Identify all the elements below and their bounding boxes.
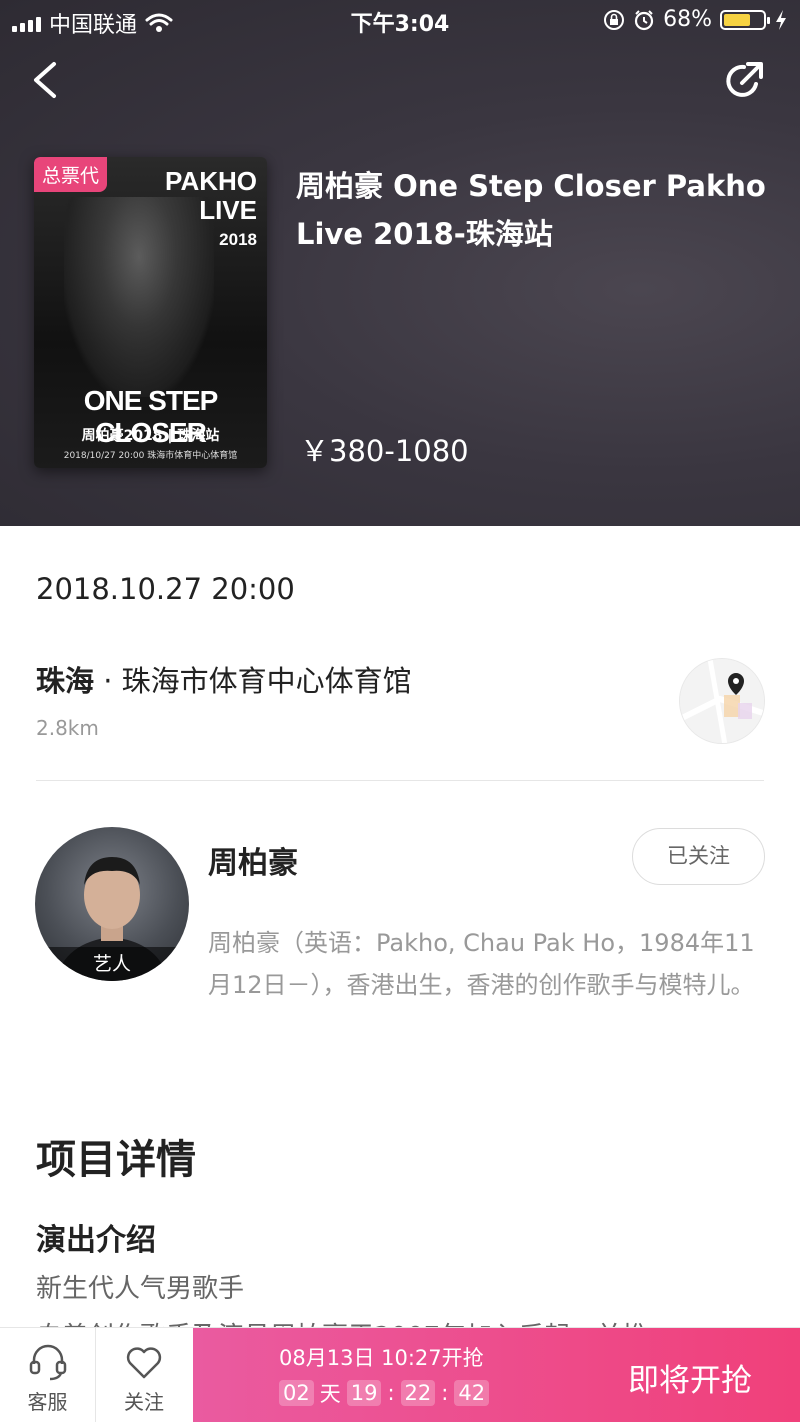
status-bar: 中国联通 下午3:04 68%: [0, 0, 800, 40]
back-icon[interactable]: [26, 58, 66, 102]
map-pin-icon: [680, 659, 764, 743]
intro-text: 新生代人气男歌手: [36, 1274, 245, 1304]
event-datetime: 2018.10.27 20:00: [36, 572, 295, 606]
poster-title: PAKHO LIVE 2018: [165, 166, 257, 250]
venue-city: 珠海: [36, 664, 95, 698]
countdown-separator: :: [441, 1381, 449, 1405]
divider: [36, 780, 764, 781]
venue-distance: 2.8km: [36, 716, 99, 740]
charging-icon: [776, 9, 786, 30]
battery-percent: 68%: [663, 7, 712, 32]
venue-separator: ·: [94, 664, 122, 698]
customer-service-button[interactable]: 客服: [0, 1328, 96, 1422]
event-hero: 中国联通 下午3:04 68% 总票代 PAKHO LIVE 2018 ONE …: [0, 0, 800, 526]
sale-countdown: 02 天 19 : 22 : 42: [279, 1378, 490, 1408]
countdown-minutes: 22: [400, 1380, 436, 1406]
poster-subtitle: 周柏豪2018 | 珠海站: [81, 428, 220, 444]
share-icon[interactable]: [722, 58, 768, 104]
artist-description: 周柏豪（英语：Pakho, Chau Pak Ho，1984年11月12日－），…: [208, 929, 755, 999]
venue-row[interactable]: 珠海 · 珠海市体育中心体育馆: [36, 658, 412, 700]
artist-role-label: 艺人: [35, 947, 189, 981]
venue-name: 珠海市体育中心体育馆: [121, 664, 412, 698]
alarm-icon: [634, 9, 654, 30]
details-section-title: 项目详情: [36, 1137, 196, 1183]
countdown-hours: 19: [346, 1380, 382, 1406]
sale-start-time: 08月13日 10:27开抢: [279, 1346, 484, 1370]
poster-date: 2018/10/27 20:00 珠海市体育中心体育馆: [63, 451, 238, 461]
buy-cta-label: 即将开抢: [628, 1363, 752, 1399]
artist-avatar[interactable]: 艺人: [35, 827, 189, 981]
ticket-agent-tag: 总票代: [34, 157, 108, 192]
headset-icon: [29, 1344, 66, 1381]
price-range: ￥380-1080: [300, 434, 469, 468]
rotation-lock-icon: [604, 9, 625, 30]
countdown-days: 02: [279, 1380, 314, 1406]
bottom-action-bar: 客服 关注 08月13日 10:27开抢 02 天 19 : 22 : 42 即…: [0, 1327, 800, 1422]
event-title: 周柏豪 One Step Closer Pakho Live 2018-珠海站: [296, 169, 766, 251]
heart-icon: [126, 1347, 162, 1379]
artist-name[interactable]: 周柏豪: [208, 838, 298, 882]
buy-ticket-button[interactable]: 08月13日 10:27开抢 02 天 19 : 22 : 42 即将开抢: [193, 1328, 800, 1422]
countdown-day-unit: 天: [319, 1382, 341, 1406]
countdown-seconds: 42: [454, 1380, 490, 1406]
customer-service-label: 客服: [27, 1390, 68, 1414]
follow-artist-button[interactable]: 已关注: [632, 828, 765, 885]
intro-title: 演出介绍: [36, 1223, 156, 1258]
favorite-button[interactable]: 关注: [96, 1328, 192, 1422]
favorite-label: 关注: [124, 1390, 164, 1414]
countdown-separator: :: [387, 1381, 395, 1405]
battery-icon: [720, 9, 770, 30]
map-thumbnail[interactable]: [679, 658, 765, 744]
event-poster[interactable]: 总票代 PAKHO LIVE 2018 ONE STEP CLOSER 周柏豪2…: [34, 157, 267, 468]
